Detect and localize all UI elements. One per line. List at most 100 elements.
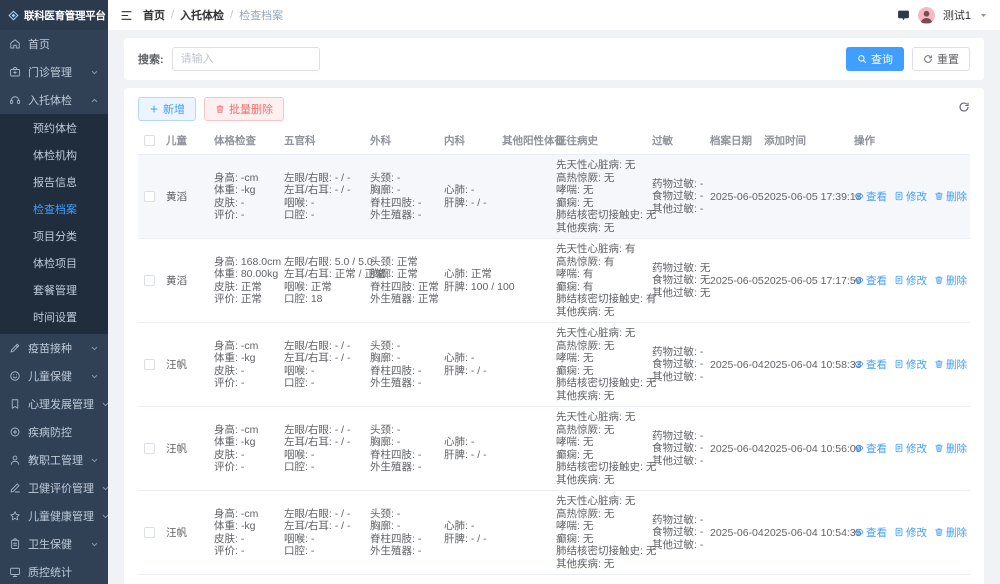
table-toolbar: 新增 批量删除 (138, 97, 970, 121)
sidebar-item[interactable]: 儿童健康管理 (0, 502, 108, 530)
internal-exam-cell: 心肺: -肝脾: - / - (444, 184, 502, 209)
sidebar-item[interactable]: 儿童保健 (0, 362, 108, 390)
added-time-cell: 2025-06-04 10:54:35 (764, 527, 854, 539)
cell-line: 口腔: - (284, 209, 370, 222)
edit-action[interactable]: 修改 (894, 273, 927, 288)
sidebar-item[interactable]: 心理发展管理 (0, 390, 108, 418)
cell-line: 肝脾: 100 / 100 (444, 281, 502, 294)
cell-line: 体重: -kg (214, 436, 284, 449)
delete-action[interactable]: 删除 (934, 525, 967, 540)
reset-button-label: 重置 (937, 51, 959, 67)
sidebar-subitem[interactable]: 体检机构 (0, 143, 108, 170)
edit-action[interactable]: 修改 (894, 357, 927, 372)
topbar: 首页/入托体检/检查档案 测试1 (108, 0, 1000, 30)
facial-exam-cell: 左眼/右眼: - / -左耳/右耳: - / -咽喉: -口腔: - (284, 424, 370, 474)
sidebar-subitem[interactable]: 预约体检 (0, 116, 108, 143)
cell-line: 皮肤: - (214, 533, 284, 546)
sidebar-subitem[interactable]: 体检项目 (0, 251, 108, 278)
cell-line: 评价: - (214, 545, 284, 558)
sidebar-item[interactable]: 卫生保健 (0, 530, 108, 558)
cell-line: 胸廓: - (370, 520, 444, 533)
sidebar-item[interactable]: 质控统计 (0, 558, 108, 584)
cell-line: 左耳/右耳: - / - (284, 184, 370, 197)
delete-icon (934, 191, 944, 201)
cell-line: 头颈: - (370, 340, 444, 353)
cell-line: 先天性心脏病: 无 (556, 327, 652, 340)
chevron-down-icon (101, 484, 108, 493)
add-button[interactable]: 新增 (138, 97, 196, 121)
delete-action[interactable]: 删除 (934, 189, 967, 204)
view-action[interactable]: 查看 (854, 525, 887, 540)
table-row: 汪帆身高: -cm体重: -kg皮肤: -评价: -左眼/右眼: - / -左耳… (138, 407, 970, 491)
chevron-down-icon[interactable] (979, 11, 988, 20)
sidebar-item-label: 儿童保健 (28, 368, 72, 384)
row-checkbox[interactable] (144, 191, 155, 202)
row-checkbox[interactable] (144, 527, 155, 538)
reset-button[interactable]: 重置 (912, 47, 970, 71)
table-row: 汪帆身高: -cm体重: -kg皮肤: -评价: -左眼/右眼: - / -左耳… (138, 323, 970, 407)
cell-line: 肝脾: - / - (444, 365, 502, 378)
edit-action[interactable]: 修改 (894, 189, 927, 204)
edit-icon (894, 443, 904, 453)
breadcrumb-item[interactable]: 首页 (143, 7, 165, 23)
vaccine-icon (9, 342, 21, 354)
cell-line: 肺结核密切接触史: 有 (556, 293, 652, 306)
sidebar-item-label: 教职工管理 (28, 452, 83, 468)
sidebar-item[interactable]: 教职工管理 (0, 446, 108, 474)
column-header: 其他阳性体征 (502, 133, 556, 148)
sidebar-item[interactable]: 疾病防控 (0, 418, 108, 446)
sidebar-subitem[interactable]: 时间设置 (0, 305, 108, 332)
cell-line: 先天性心脏病: 无 (556, 495, 652, 508)
cell-line: 其他过敏: - (652, 539, 710, 552)
facial-exam-cell: 左眼/右眼: 5.0 / 5.0左耳/右耳: 正常 / 正常咽喉: 正常口腔: … (284, 256, 370, 306)
avatar[interactable] (918, 7, 935, 24)
select-all-checkbox[interactable] (144, 135, 155, 146)
view-action[interactable]: 查看 (854, 357, 887, 372)
cell-line: 外生殖器: - (370, 377, 444, 390)
allergy-cell: 药物过敏: -食物过敏: -其他过敏: - (652, 178, 710, 216)
sidebar-item[interactable]: 疫苗接种 (0, 334, 108, 362)
search-input[interactable] (172, 47, 320, 71)
edit-icon (894, 191, 904, 201)
delete-action[interactable]: 删除 (934, 273, 967, 288)
username[interactable]: 测试1 (943, 7, 971, 23)
view-action[interactable]: 查看 (854, 189, 887, 204)
row-checkbox[interactable] (144, 275, 155, 286)
sidebar-item[interactable]: 入托体检 (0, 86, 108, 114)
table-refresh-icon[interactable] (958, 101, 970, 113)
cell-line: 脊柱四肢: - (370, 197, 444, 210)
delete-action[interactable]: 删除 (934, 357, 967, 372)
table-row: 黄滔身高: 168.0cm体重: 80.00kg皮肤: 正常评价: 正常左眼/右… (138, 239, 970, 323)
delete-action[interactable]: 删除 (934, 441, 967, 456)
cell-line: 其他疾病: 无 (556, 474, 652, 487)
sidebar-subitem[interactable]: 项目分类 (0, 224, 108, 251)
edit-action[interactable]: 修改 (894, 441, 927, 456)
cell-line: 外生殖器: - (370, 209, 444, 222)
sidebar-subitem[interactable]: 套餐管理 (0, 278, 108, 305)
query-button[interactable]: 查询 (846, 47, 904, 71)
cell-line: 哮喘: 无 (556, 184, 652, 197)
cell-line: 评价: 正常 (214, 293, 284, 306)
view-action[interactable]: 查看 (854, 441, 887, 456)
child-name: 汪帆 (166, 357, 214, 372)
sidebar-item[interactable]: 首页 (0, 30, 108, 58)
edit-action[interactable]: 修改 (894, 525, 927, 540)
batch-delete-button[interactable]: 批量删除 (204, 97, 284, 121)
actions-cell: 查看修改删除 (854, 189, 970, 205)
sidebar-subitem[interactable]: 报告信息 (0, 170, 108, 197)
sidebar-item[interactable]: 门诊管理 (0, 58, 108, 86)
sidebar-collapse-icon[interactable] (120, 9, 133, 22)
cell-line: 口腔: 18 (284, 293, 370, 306)
view-action[interactable]: 查看 (854, 273, 887, 288)
row-checkbox[interactable] (144, 443, 155, 454)
message-icon[interactable] (897, 9, 910, 22)
cell-line: 癫痫: 无 (556, 533, 652, 546)
cell-line: 体重: -kg (214, 184, 284, 197)
cell-line: 头颈: - (370, 508, 444, 521)
sidebar-item[interactable]: 卫健评价管理 (0, 474, 108, 502)
breadcrumb-item[interactable]: 入托体检 (180, 7, 224, 23)
sidebar-subitem[interactable]: 检查档案 (0, 197, 108, 224)
action-label: 查看 (866, 525, 887, 540)
clinic-icon (9, 66, 21, 78)
row-checkbox[interactable] (144, 359, 155, 370)
